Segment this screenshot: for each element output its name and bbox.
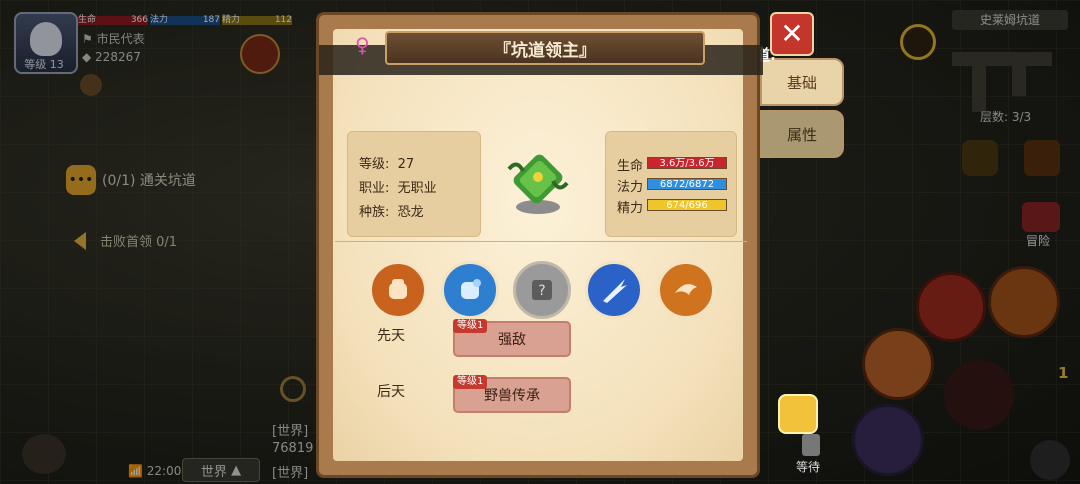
hourglass-icon (802, 434, 820, 456)
divider (335, 241, 747, 242)
slash-skill-icon[interactable] (585, 261, 643, 319)
close-icon: ✕ (780, 17, 804, 50)
sp-bar: 674/696 (647, 199, 727, 211)
level-row: 等级: 27 (359, 157, 415, 172)
mp-label: 法力 (617, 180, 644, 195)
sp-label: 精力 (617, 201, 644, 216)
acquired-label: 后天 (377, 384, 405, 400)
close-button[interactable]: ✕ (770, 12, 814, 56)
monster-title: 『坑道领主』 (385, 31, 705, 65)
monster-job: 无职业 (397, 181, 437, 196)
hp-bar: 3.6万/3.6万 (647, 157, 727, 169)
beast-leap-skill-icon[interactable] (657, 261, 715, 319)
job-row: 职业: 无职业 (359, 181, 437, 196)
unknown-skill-icon[interactable]: ? (513, 261, 571, 319)
female-icon: ♀ (355, 33, 370, 57)
fist-skill-icon[interactable] (369, 261, 427, 319)
monster-level: 27 (397, 157, 415, 172)
tab-basic[interactable]: 基础 (760, 58, 844, 106)
hp-label: 生命 (617, 159, 644, 174)
svg-text:?: ? (538, 283, 545, 299)
monster-portrait (507, 154, 569, 214)
acquired-level-badge: 等级1 (453, 375, 488, 389)
race-row: 种族: 恐龙 (359, 205, 424, 220)
mp-bar: 6872/6872 (647, 178, 727, 190)
innate-label: 先天 (377, 328, 405, 344)
monster-info-dialog: ♀ 『坑道领主』 等级: 27 职业: 无职业 种族: 恐龙 生命 3.6万/3… (316, 12, 763, 478)
rock-fist-skill-icon[interactable] (441, 261, 499, 319)
tab-attributes[interactable]: 属性 (760, 110, 844, 158)
innate-level-badge: 等级1 (453, 319, 488, 333)
monster-race: 恐龙 (397, 205, 424, 220)
chat-bubble-icon[interactable] (778, 394, 818, 434)
wait-label: 等待 (796, 460, 821, 474)
